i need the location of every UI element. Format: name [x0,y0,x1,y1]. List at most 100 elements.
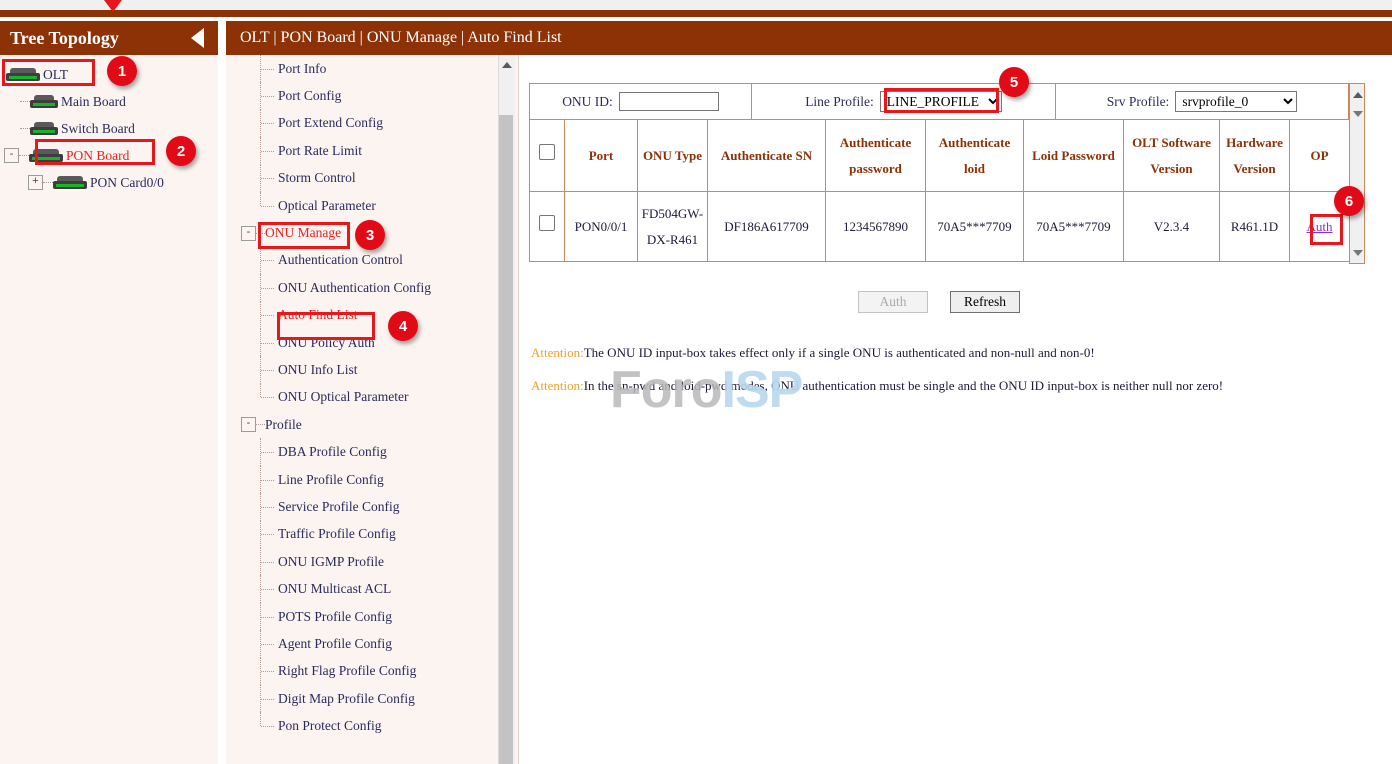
menu-item-port-info[interactable]: Port Info [226,55,518,82]
menu-expander[interactable]: - [241,226,256,241]
menu-item-label: ONU Multicast ACL [278,581,391,597]
menu-item-label: Service Profile Config [278,499,399,515]
column-header-hardware-version: Hardware Version [1220,120,1290,192]
cell-loid-password: 70A5***7709 [1024,192,1124,262]
tree-node-olt[interactable]: OLT [0,61,218,88]
menu-item-onu-optical-parameter[interactable]: ONU Optical Parameter [226,384,518,411]
menu-item-dba-profile-config[interactable]: DBA Profile Config [226,438,518,465]
onu-id-label: ONU ID: [562,94,613,110]
tree-topology-panel: Tree Topology OLT Main Board [0,21,218,764]
tree-branch-line [43,182,53,183]
action-button-row: Auth Refresh [529,291,1349,313]
menu-item-right-flag-profile-config[interactable]: Right Flag Profile Config [226,658,518,685]
column-header-port: Port [565,120,638,192]
cell-auth-password: 1234567890 [826,192,926,262]
menu-branch-line [256,192,278,219]
menu-item-digit-map-profile-config[interactable]: Digit Map Profile Config [226,685,518,712]
menu-item-line-profile-config[interactable]: Line Profile Config [226,466,518,493]
menu-branch-line [256,521,278,548]
table-header-row: Port ONU Type Authenticate SN Authentica… [530,120,1350,192]
menu-item-storm-control[interactable]: Storm Control [226,165,518,192]
menu-item-label: DBA Profile Config [278,444,387,460]
menu-item-port-extend-config[interactable]: Port Extend Config [226,110,518,137]
menu-item-label: Digit Map Profile Config [278,691,415,707]
menu-item-label: Traffic Profile Config [278,526,396,542]
tree-node-pon-card[interactable]: + PON Card0/0 [0,169,218,196]
menu-branch-line [256,110,278,137]
tree-expander-collapse[interactable]: - [4,148,19,163]
menu-item-label: Agent Profile Config [278,636,392,652]
device-icon [29,149,63,162]
menu-item-label: ONU Info List [278,362,358,378]
scroll-up-arrow-icon[interactable] [502,62,512,68]
menu-item-optical-parameter[interactable]: Optical Parameter [226,192,518,219]
menu-item-label: Optical Parameter [278,198,376,214]
menu-item-label: ONU Policy Auth [278,335,375,351]
menu-item-onu-policy-auth[interactable]: ONU Policy Auth [226,329,518,356]
column-header-auth-sn: Authenticate SN [708,120,826,192]
cell-hardware-version: R461.1D [1220,192,1290,262]
menu-item-pots-profile-config[interactable]: POTS Profile Config [226,603,518,630]
menu-branch-line [256,493,278,520]
menu-item-agent-profile-config[interactable]: Agent Profile Config [226,630,518,657]
row-checkbox[interactable] [539,215,555,231]
navigation-menu-panel: Port InfoPort ConfigPort Extend Config Po… [226,55,518,764]
main-header: OLT | PON Board | ONU Manage | Auto Find… [226,21,1392,55]
auth-button[interactable]: Auth [858,291,928,313]
cell-op: Auth [1290,192,1350,262]
attention-text: The ONU ID input-box takes effect only i… [584,345,1095,360]
menu-item-onu-authentication-config[interactable]: ONU Authentication Config [226,274,518,301]
menu-branch-line [256,603,278,630]
menu-item-auto-find-list[interactable]: Auto Find List [226,302,518,329]
menu-item-service-profile-config[interactable]: Service Profile Config [226,493,518,520]
table-row: PON0/0/1 FD504GW-DX-R461 DF186A617709 12… [530,192,1350,262]
menu-item-onu-info-list[interactable]: ONU Info List [226,356,518,383]
scroll-down-arrow-icon[interactable] [1353,250,1363,256]
menu-branch-line [256,548,278,575]
menu-branch-line [256,630,278,657]
line-profile-select[interactable]: LINE_PROFILE [880,91,1002,112]
select-all-header [530,120,565,192]
menu-item-authentication-control[interactable]: Authentication Control [226,247,518,274]
menu-item-onu-manage[interactable]: -ONU Manage [226,219,518,246]
menu-item-port-config[interactable]: Port Config [226,82,518,109]
table-scrollbar[interactable] [1349,83,1365,264]
refresh-button[interactable]: Refresh [950,291,1020,313]
srv-profile-select[interactable]: srvprofile_0 [1175,91,1297,112]
collapse-left-triangle-icon[interactable] [191,28,204,48]
menu-item-label: Port Rate Limit [278,143,362,159]
row-select-cell [530,192,565,262]
cell-auth-loid: 70A5***7709 [926,192,1024,262]
filter-bar: ONU ID: Line Profile: LINE_PROFILE Srv P… [529,83,1349,119]
scroll-up-arrow-icon[interactable] [1353,92,1363,98]
menu-branch-line [256,165,278,192]
menu-item-pon-protect-config[interactable]: Pon Protect Config [226,712,518,739]
menu-item-label: ONU Manage [265,225,341,241]
menu-scrollbar-thumb[interactable] [499,115,513,764]
device-icon [30,95,58,108]
menu-branch-line [256,233,265,234]
onu-id-input[interactable] [619,92,719,111]
menu-expander[interactable]: - [241,417,256,432]
attention-note-1: Attention:The ONU ID input-box takes eff… [531,345,1095,361]
menu-item-traffic-profile-config[interactable]: Traffic Profile Config [226,521,518,548]
application-window: Tree Topology OLT Main Board [0,0,1392,764]
menu-branch-line [256,712,278,739]
scroll-down-arrow-icon[interactable] [1353,111,1363,117]
tree-node-pon-board[interactable]: - PON Board [0,142,218,169]
menu-branch-line [256,356,278,383]
menu-branch-line [256,685,278,712]
auth-link[interactable]: Auth [1307,219,1333,234]
menu-item-profile[interactable]: -Profile [226,411,518,438]
menu-item-label: ONU Authentication Config [278,280,431,296]
menu-item-onu-multicast-acl[interactable]: ONU Multicast ACL [226,575,518,602]
line-profile-filter-cell: Line Profile: LINE_PROFILE [752,84,1056,119]
menu-item-onu-igmp-profile[interactable]: ONU IGMP Profile [226,548,518,575]
tree-node-switch-board[interactable]: Switch Board [0,115,218,142]
select-all-checkbox[interactable] [539,144,555,160]
auto-find-onu-table: Port ONU Type Authenticate SN Authentica… [529,119,1350,262]
tree-node-main-board[interactable]: Main Board [0,88,218,115]
menu-item-port-rate-limit[interactable]: Port Rate Limit [226,137,518,164]
tree-expander-expand[interactable]: + [28,175,43,190]
tree-branch-line [20,128,30,129]
